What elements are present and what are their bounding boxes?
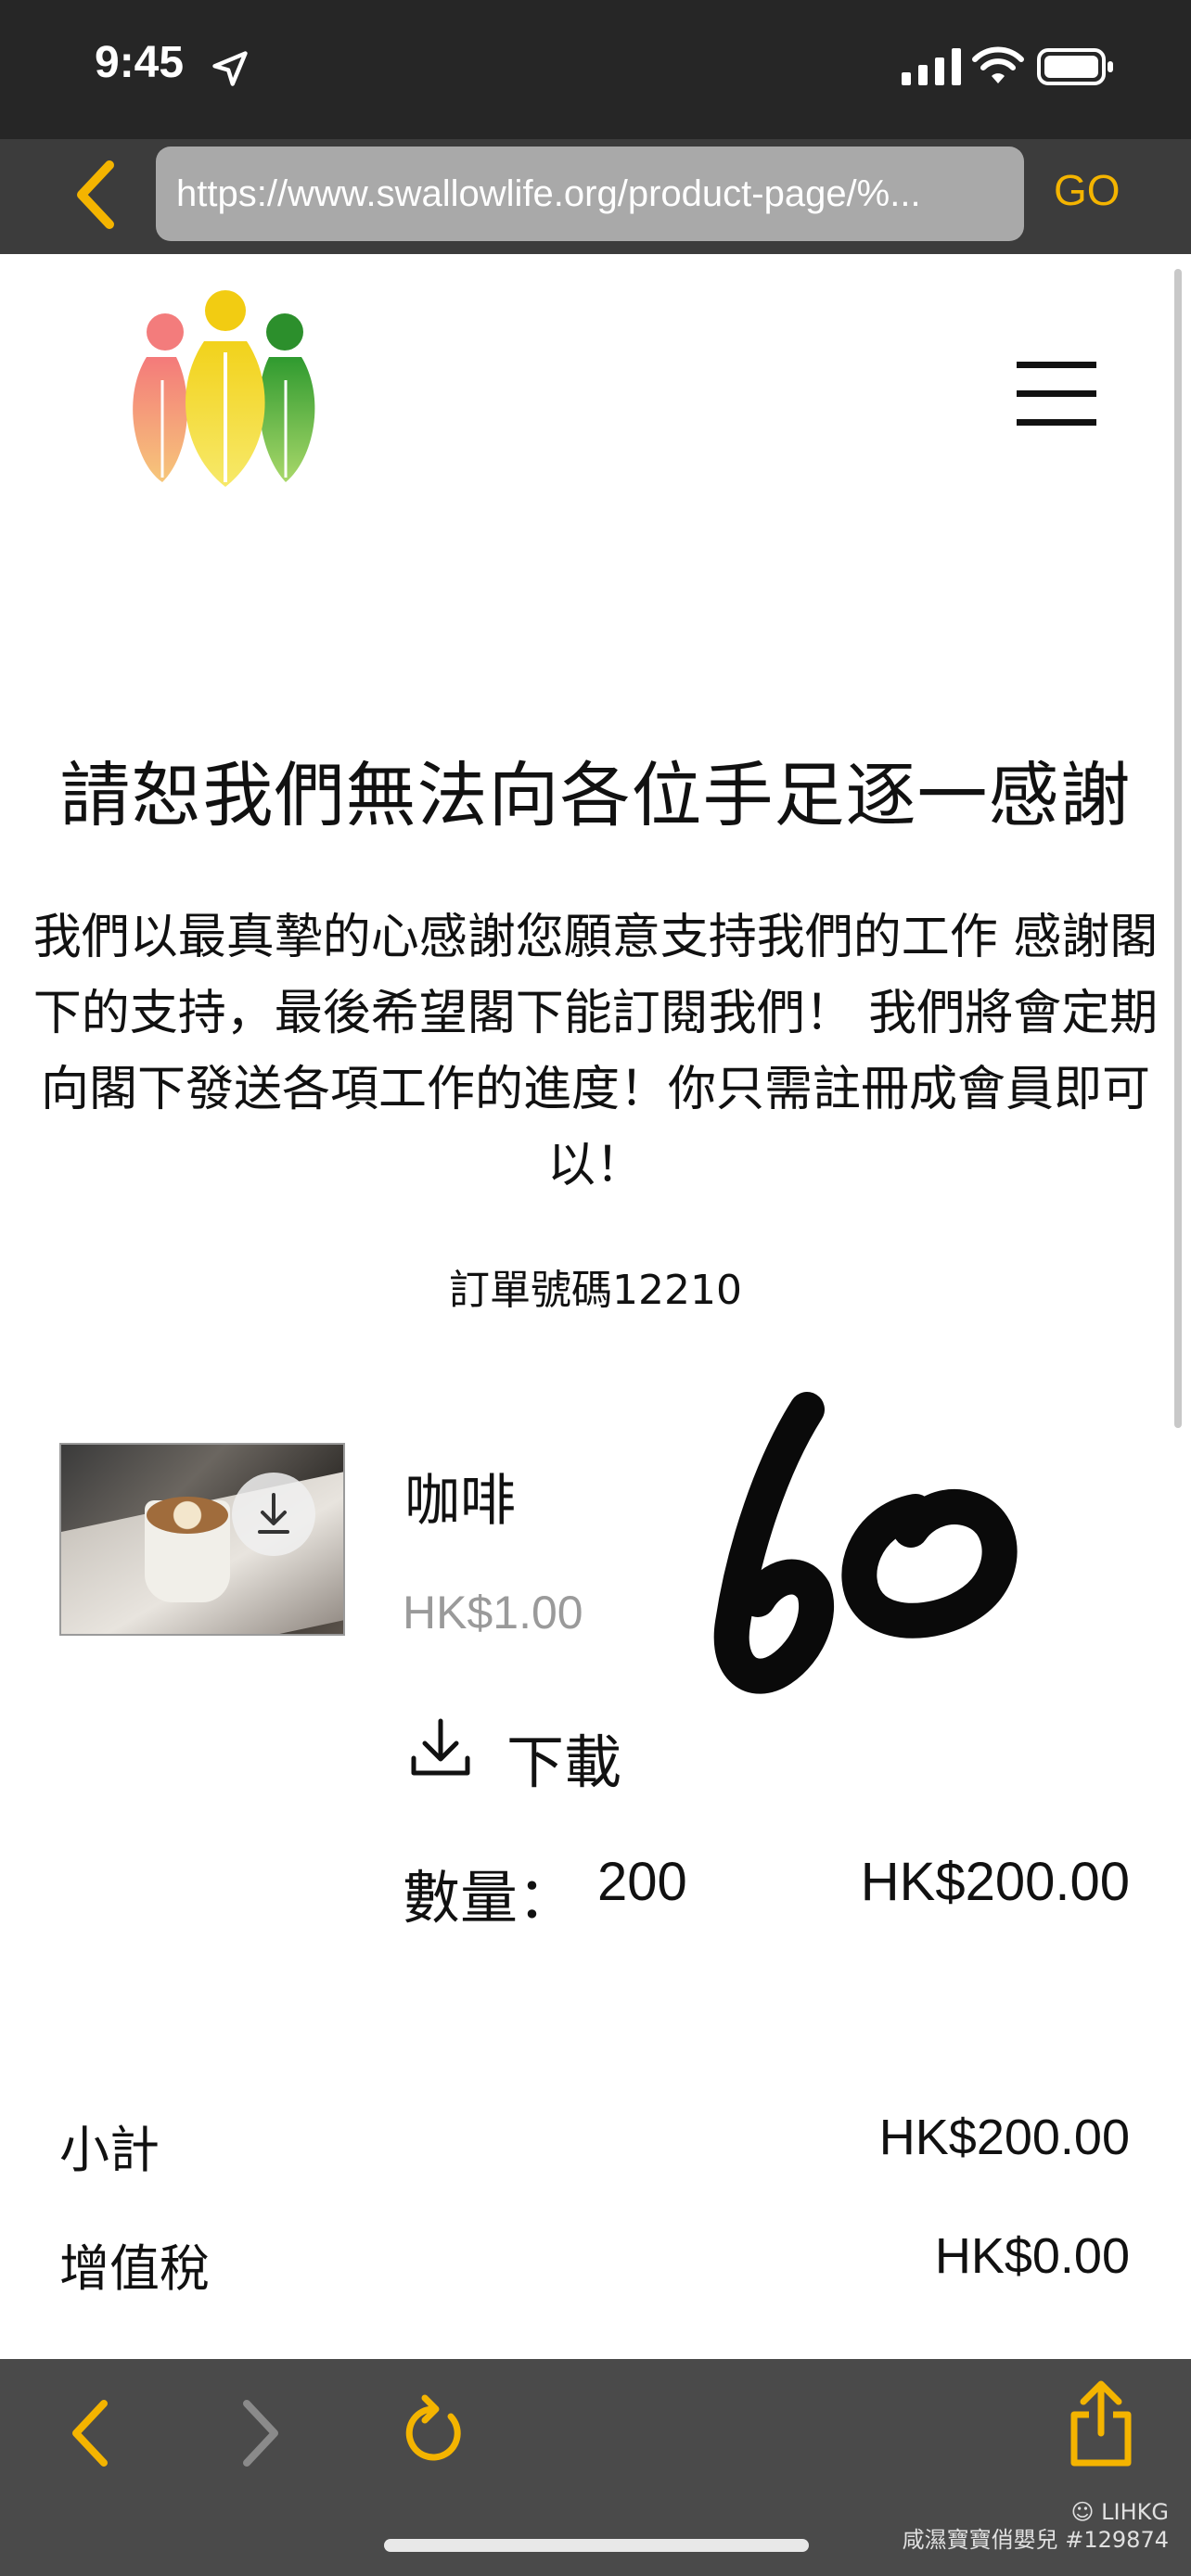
browser-url-bar: https://www.swallowlife.org/product-page… xyxy=(0,139,1191,254)
page-description: 我們以最真摯的心感謝您願意支持我們的工作 感謝閣下的支持，最後希望閣下能訂閱我們… xyxy=(32,910,1159,1193)
quantity-value: 200 xyxy=(597,1852,687,1912)
tax-value: HK$0.00 xyxy=(934,2228,1130,2284)
watermark: ☺ LIHKG 咸濕寶寶俏嬰兒 #129874 xyxy=(903,2498,1169,2554)
watermark-user: 咸濕寶寶俏嬰兒 #129874 xyxy=(902,2527,1169,2553)
product-thumbnail[interactable] xyxy=(59,1443,345,1636)
download-button[interactable]: 下載 xyxy=(506,1715,621,1799)
back-chevron-icon[interactable] xyxy=(72,158,119,232)
order-number: 訂單號碼12210 xyxy=(449,1267,742,1314)
subtotal-label: 小計 xyxy=(59,2121,160,2179)
product-price: HK$1.00 xyxy=(403,1587,583,1639)
watermark-brand: ☺ LIHKG xyxy=(1070,2499,1169,2525)
page-scrollbar[interactable] xyxy=(1174,269,1182,1428)
tax-label: 增值稅 xyxy=(59,2239,210,2298)
site-logo[interactable] xyxy=(121,287,329,491)
wifi-icon xyxy=(972,46,1024,83)
quantity-label: 數量： xyxy=(403,1864,576,1932)
line-total: HK$200.00 xyxy=(860,1852,1130,1912)
download-icon[interactable] xyxy=(408,1715,473,1780)
back-chevron-icon[interactable] xyxy=(67,2396,113,2470)
subtotal-value: HK$200.00 xyxy=(878,2110,1130,2165)
go-button[interactable]: GO xyxy=(1054,165,1121,215)
handwritten-annotation xyxy=(713,1392,1018,1694)
product-name: 咖啡 xyxy=(404,1469,516,1534)
share-icon[interactable] xyxy=(1067,2378,1135,2470)
url-input[interactable]: https://www.swallowlife.org/product-page… xyxy=(156,147,1024,241)
thumbnail-download-icon[interactable] xyxy=(232,1473,315,1556)
signal-icon xyxy=(902,48,961,85)
reload-icon[interactable] xyxy=(399,2391,467,2468)
status-time: 9:45 xyxy=(95,38,185,87)
hamburger-menu-icon[interactable] xyxy=(1017,362,1096,428)
forward-chevron-icon[interactable] xyxy=(237,2396,284,2470)
page-title: 請恕我們無法向各位手足逐一感謝 xyxy=(59,754,1132,836)
location-arrow-icon xyxy=(212,51,248,86)
battery-icon xyxy=(1037,48,1113,85)
status-bar: 9:45 xyxy=(0,0,1191,139)
home-indicator[interactable] xyxy=(384,2539,809,2552)
